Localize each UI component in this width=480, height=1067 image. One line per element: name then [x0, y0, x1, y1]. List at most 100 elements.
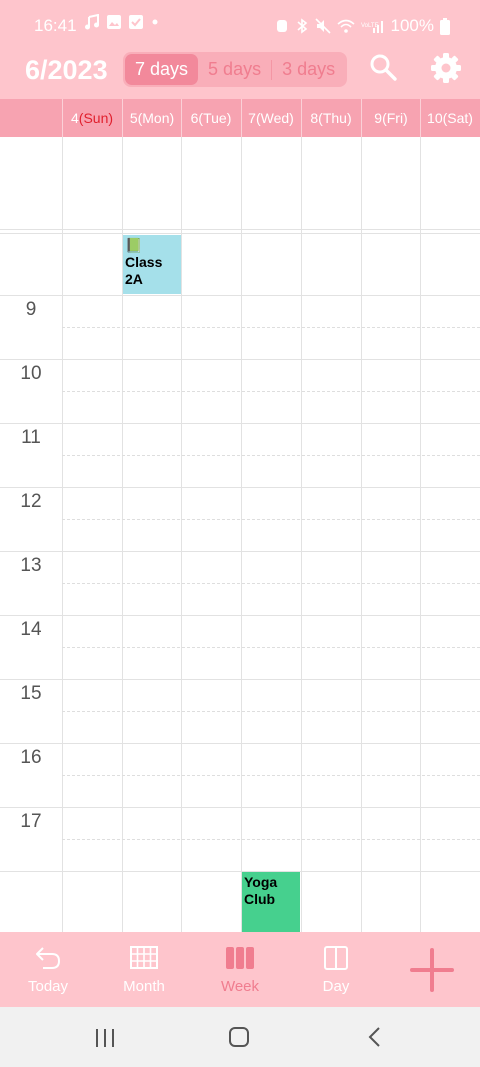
day-header-thu[interactable]: 8(Thu) — [301, 99, 361, 137]
gear-icon — [431, 53, 461, 83]
undo-arrow-icon — [36, 947, 61, 969]
signal-icon: VoLTE — [361, 21, 383, 33]
range-5-days[interactable]: 5 days — [198, 54, 271, 85]
nav-week[interactable]: Week — [192, 932, 288, 1007]
hour-line — [0, 615, 480, 616]
svg-text:VoLTE: VoLTE — [361, 23, 379, 29]
half-hour-line — [62, 647, 480, 648]
hour-label: 15 — [20, 683, 42, 704]
all-day-divider — [0, 229, 480, 230]
status-time: 16:41 — [34, 16, 77, 35]
grid-line — [181, 137, 182, 932]
hour-line — [0, 295, 480, 296]
hour-label: 10 — [20, 363, 42, 384]
event-yoga-club[interactable]: Yoga Club — [242, 872, 300, 932]
nav-today-label: Today — [27, 978, 69, 995]
system-nav-bar — [0, 1007, 480, 1067]
week-columns-icon — [226, 947, 254, 969]
system-status-icons: VoLTE 100% — [275, 16, 450, 36]
month-grid-icon — [130, 946, 158, 969]
app-bar: 6/2023 7 days 5 days 3 days — [0, 52, 480, 99]
nav-week-label: Week — [220, 978, 260, 995]
nav-today[interactable]: Today — [0, 932, 96, 1007]
week-grid[interactable]: 9 10 11 12 13 14 15 16 17 📗Class 2A Yoga… — [0, 137, 480, 932]
day-number: 4 — [70, 110, 79, 126]
back-icon[interactable] — [364, 1026, 386, 1048]
check-icon — [129, 15, 143, 29]
day-name: (Tue) — [198, 110, 232, 126]
day-header-mon[interactable]: 5(Mon) — [122, 99, 182, 137]
hour-line — [0, 551, 480, 552]
grid-line — [361, 137, 362, 932]
day-name: (Sun) — [78, 110, 114, 126]
search-icon — [370, 54, 397, 81]
range-3-days[interactable]: 3 days — [272, 54, 345, 85]
wifi-icon — [336, 19, 355, 33]
grid-line — [62, 137, 63, 932]
all-day-divider — [0, 233, 480, 234]
recent-apps-icon[interactable] — [94, 1027, 116, 1049]
alarm-icon — [276, 20, 287, 32]
half-hour-line — [62, 519, 480, 520]
grid-line — [301, 137, 302, 932]
nav-day[interactable]: Day — [288, 932, 384, 1007]
battery-percent: 100% — [390, 16, 434, 35]
day-header-fri[interactable]: 9(Fri) — [361, 99, 421, 137]
gallery-icon — [107, 15, 121, 29]
hour-line — [0, 423, 480, 424]
home-icon[interactable] — [228, 1026, 250, 1048]
half-hour-line — [62, 839, 480, 840]
nav-month-label: Month — [123, 978, 165, 995]
bottom-nav: Today Month Week Day — [0, 932, 480, 1007]
dot-icon — [152, 19, 158, 25]
hour-label: 11 — [21, 427, 41, 448]
month-title[interactable]: 6/2023 — [25, 55, 108, 86]
hour-line — [0, 743, 480, 744]
day-name: (Sat) — [442, 110, 473, 126]
half-hour-line — [62, 711, 480, 712]
hour-line — [0, 807, 480, 808]
segment-divider — [271, 59, 273, 80]
range-7-days[interactable]: 7 days — [125, 54, 199, 85]
half-hour-line — [62, 455, 480, 456]
day-name: (Mon) — [137, 110, 175, 126]
settings-button[interactable] — [430, 52, 466, 88]
event-class-2a[interactable]: 📗Class 2A — [123, 235, 181, 294]
day-header-sun[interactable]: 4(Sun) — [62, 99, 122, 137]
plus-icon — [410, 948, 454, 992]
hour-label: 16 — [20, 747, 42, 768]
day-name: (Fri) — [382, 110, 408, 126]
day-number: 10 — [427, 110, 443, 126]
day-header-tue[interactable]: 6(Tue) — [181, 99, 241, 137]
day-number: 5 — [129, 110, 138, 126]
hour-label: 13 — [20, 555, 42, 576]
bluetooth-icon — [296, 18, 307, 34]
half-hour-line — [62, 583, 480, 584]
nav-day-label: Day — [322, 978, 350, 995]
day-header-sat[interactable]: 10(Sat) — [420, 99, 480, 137]
music-icon — [85, 14, 99, 30]
hour-line — [0, 679, 480, 680]
day-name: (Wed) — [255, 110, 294, 126]
hour-label: 17 — [20, 811, 42, 832]
nav-month[interactable]: Month — [96, 932, 192, 1007]
half-hour-line — [62, 391, 480, 392]
hour-label: 12 — [20, 491, 42, 512]
day-number: 8 — [310, 110, 319, 126]
mute-icon — [314, 18, 331, 34]
day-header-wed[interactable]: 7(Wed) — [241, 99, 301, 137]
range-selector: 7 days 5 days 3 days — [123, 52, 347, 87]
day-number: 9 — [374, 110, 383, 126]
search-button[interactable] — [368, 52, 404, 88]
day-name: (Thu) — [318, 110, 352, 126]
day-split-icon — [324, 946, 348, 970]
status-bar: 16:41 VoLTE 100% — [0, 0, 480, 52]
battery-icon — [440, 17, 450, 35]
hour-label: 14 — [20, 619, 42, 640]
grid-line — [241, 137, 242, 932]
hour-line — [0, 871, 480, 872]
hour-line — [0, 359, 480, 360]
add-event-button[interactable] — [408, 946, 456, 994]
day-number: 7 — [248, 110, 256, 126]
hour-line — [0, 487, 480, 488]
